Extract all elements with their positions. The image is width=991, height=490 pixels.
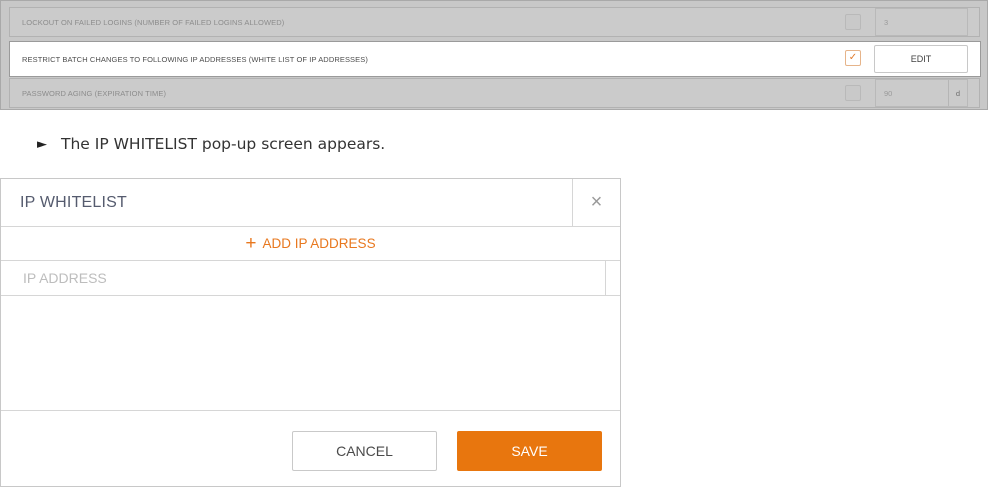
dialog-footer: CANCEL SAVE	[1, 410, 620, 486]
close-icon[interactable]: ×	[572, 179, 620, 226]
add-ip-address-label: ADD IP ADDRESS	[262, 236, 376, 251]
add-ip-address-button[interactable]: + ADD IP ADDRESS	[1, 227, 620, 261]
setting-row-password-aging: PASSWORD AGING (EXPIRATION TIME) 90 d	[9, 78, 980, 108]
edit-button[interactable]: EDIT	[874, 45, 968, 73]
column-header-label: IP ADDRESS	[23, 270, 107, 286]
settings-panel: LOCKOUT ON FAILED LOGINS (NUMBER OF FAIL…	[0, 0, 988, 110]
setting-row-ip-restrict: RESTRICT BATCH CHANGES TO FOLLOWING IP A…	[9, 41, 981, 77]
setting-label: PASSWORD AGING (EXPIRATION TIME)	[22, 88, 167, 98]
ip-whitelist-dialog: IP WHITELIST × + ADD IP ADDRESS IP ADDRE…	[0, 178, 621, 487]
password-aging-checkbox[interactable]	[845, 85, 861, 101]
unit-label: d	[948, 80, 967, 106]
save-button[interactable]: SAVE	[457, 431, 602, 471]
bullet-arrow-icon: ►	[37, 136, 47, 152]
ip-restrict-checkbox[interactable]: ✓	[845, 50, 861, 66]
field-value: 3	[884, 18, 889, 27]
ip-address-column-header: IP ADDRESS	[1, 261, 620, 296]
lockout-count-field[interactable]: 3	[875, 8, 968, 36]
field-value: 90	[884, 89, 893, 98]
instruction-line: ► The IP WHITELIST pop-up screen appears…	[37, 135, 385, 153]
password-aging-field[interactable]: 90 d	[875, 79, 968, 107]
setting-label: RESTRICT BATCH CHANGES TO FOLLOWING IP A…	[22, 54, 368, 64]
plus-icon: +	[245, 232, 257, 254]
cancel-button[interactable]: CANCEL	[292, 431, 437, 471]
dialog-title: IP WHITELIST	[20, 194, 128, 211]
check-icon: ✓	[848, 52, 858, 63]
column-divider	[605, 261, 606, 295]
dialog-header: IP WHITELIST ×	[1, 179, 620, 227]
lockout-checkbox[interactable]	[845, 14, 861, 30]
setting-label: LOCKOUT ON FAILED LOGINS (NUMBER OF FAIL…	[22, 17, 285, 27]
instruction-text: The IP WHITELIST pop-up screen appears.	[61, 135, 386, 153]
ip-address-list	[1, 296, 620, 410]
setting-row-lockout: LOCKOUT ON FAILED LOGINS (NUMBER OF FAIL…	[9, 7, 980, 37]
